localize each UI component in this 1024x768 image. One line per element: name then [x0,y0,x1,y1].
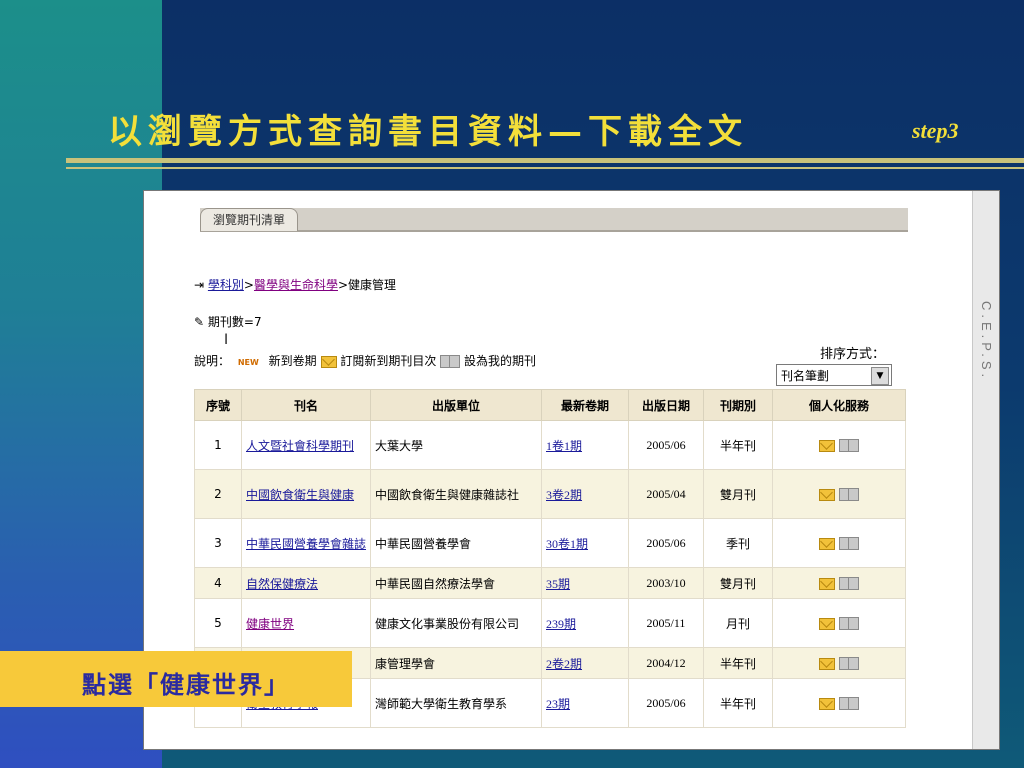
frequency: 季刊 [703,518,773,568]
title-rule-thin [66,167,1024,169]
chevron-down-icon[interactable]: ▼ [871,367,889,385]
publisher: 中華民國自然療法學會 [370,567,542,599]
journal-link[interactable]: 中國飲食衛生與健康 [246,488,354,502]
volume-link[interactable]: 3卷2期 [546,488,582,502]
frequency: 雙月刊 [703,469,773,519]
book-icon[interactable] [838,537,859,550]
col-header: 個人化服務 [772,389,906,421]
arrow-icon: ⇥ [194,278,205,292]
row-number: 4 [194,567,242,599]
col-header: 序號 [194,389,242,421]
table-row: 5 健康世界 健康文化事業股份有限公司 239期 2005/11 月刊 [194,598,906,648]
ceps-label: C.E.P.S. [979,301,994,382]
col-header: 刊期別 [703,389,773,421]
mail-icon[interactable] [819,577,836,590]
volume-link[interactable]: 2卷2期 [546,657,582,671]
breadcrumb-separator: > [337,278,349,292]
breadcrumb-current: 健康管理 [348,278,397,292]
journal-count-label: 期刊數=7 [207,315,262,329]
publish-date: 2005/11 [628,598,704,648]
sort-select-value: 刊名筆劃 [781,369,830,383]
publish-date: 2005/06 [628,678,704,728]
col-header: 刊名 [241,389,371,421]
table-row: 4 自然保健療法 中華民國自然療法學會 35期 2003/10 雙月刊 [194,567,906,599]
new-icon: NEW [237,358,259,367]
volume-link[interactable]: 239期 [546,617,576,631]
book-icon[interactable] [838,577,859,590]
table-row: 3 中華民國營養學會雜誌 中華民國營養學會 30卷1期 2005/06 季刊 [194,518,906,568]
side-strip: C.E.P.S. [972,191,999,749]
mail-icon[interactable] [819,537,836,550]
sort-select[interactable]: 刊名筆劃 ▼ [776,364,892,386]
journal-link-health-world[interactable]: 健康世界 [246,617,294,631]
legend-book: 設為我的期刊 [464,354,537,368]
publisher: 中華民國營養學會 [370,518,542,568]
mail-icon[interactable] [819,697,836,710]
book-icon[interactable] [838,697,859,710]
book-icon[interactable] [838,439,859,452]
legend: 說明： NEW 新到卷期 訂閱新到期刊目次 設為我的期刊 [194,352,536,369]
callout-text: 點選「健康世界」 [82,670,290,699]
book-icon[interactable] [838,488,859,501]
frequency: 月刊 [703,598,773,648]
book-icon[interactable] [838,657,859,670]
mail-icon[interactable] [819,617,836,630]
text-cursor-icon: I [224,332,229,348]
mail-icon [320,355,337,368]
journal-link[interactable]: 自然保健療法 [246,577,318,591]
row-number: 2 [194,469,242,519]
tab-browse-journals[interactable]: 瀏覽期刊清單 [200,208,299,231]
journal-link[interactable]: 中華民國營養學會雜誌 [246,537,366,551]
journal-count: ✎ 期刊數=7 [194,313,262,330]
volume-link[interactable]: 30卷1期 [546,537,588,551]
publish-date: 2004/12 [628,647,704,679]
row-number: 1 [194,420,242,470]
journal-link[interactable]: 人文暨社會科學期刊 [246,439,354,453]
legend-new: 新到卷期 [268,354,317,368]
breadcrumb: ⇥ 學科別>醫學與生命科學>健康管理 [194,276,396,293]
col-header: 出版日期 [628,389,704,421]
slide-title: 以瀏覽方式查詢書目資料—下載全文 [108,112,748,152]
mail-icon[interactable] [819,488,836,501]
breadcrumb-level1[interactable]: 醫學與生命科學 [254,278,338,292]
table-header-row: 序號 刊名 出版單位 最新卷期 出版日期 刊期別 個人化服務 [194,389,906,421]
volume-link[interactable]: 23期 [546,697,570,711]
legend-mail: 訂閱新到期刊目次 [340,354,437,368]
title-rule [66,158,1024,163]
edit-icon: ✎ [194,315,205,329]
publish-date: 2005/04 [628,469,704,519]
publisher: 中國飲食衛生與健康雜誌社 [370,469,542,519]
frequency: 半年刊 [703,678,773,728]
publish-date: 2003/10 [628,567,704,599]
row-number: 5 [194,598,242,648]
frequency: 半年刊 [703,420,773,470]
publisher: 灣師範大學衛生教育學系 [370,678,542,728]
book-icon[interactable] [838,617,859,630]
book-icon [440,355,461,368]
breadcrumb-root[interactable]: 學科別 [208,278,244,292]
table-row: 2 中國飲食衛生與健康 中國飲食衛生與健康雜誌社 3卷2期 2005/04 雙月… [194,469,906,519]
mail-icon[interactable] [819,439,836,452]
sort-label: 排序方式： [820,347,886,362]
frequency: 雙月刊 [703,567,773,599]
publisher: 健康文化事業股份有限公司 [370,598,542,648]
table-row: 1 人文暨社會科學期刊 大葉大學 1卷1期 2005/06 半年刊 [194,420,906,470]
volume-link[interactable]: 35期 [546,577,570,591]
volume-link[interactable]: 1卷1期 [546,439,582,453]
publisher: 康管理學會 [370,647,542,679]
col-header: 最新卷期 [541,389,629,421]
breadcrumb-separator: > [243,278,254,292]
legend-prefix: 說明： [194,354,231,368]
callout-box: 點選「健康世界」 [0,651,352,707]
frequency: 半年刊 [703,647,773,679]
publish-date: 2005/06 [628,518,704,568]
mail-icon[interactable] [819,657,836,670]
publisher: 大葉大學 [370,420,542,470]
row-number: 3 [194,518,242,568]
tab-bar: 瀏覽期刊清單 [200,208,908,232]
step-label: step3 [912,118,959,143]
col-header: 出版單位 [370,389,542,421]
publish-date: 2005/06 [628,420,704,470]
